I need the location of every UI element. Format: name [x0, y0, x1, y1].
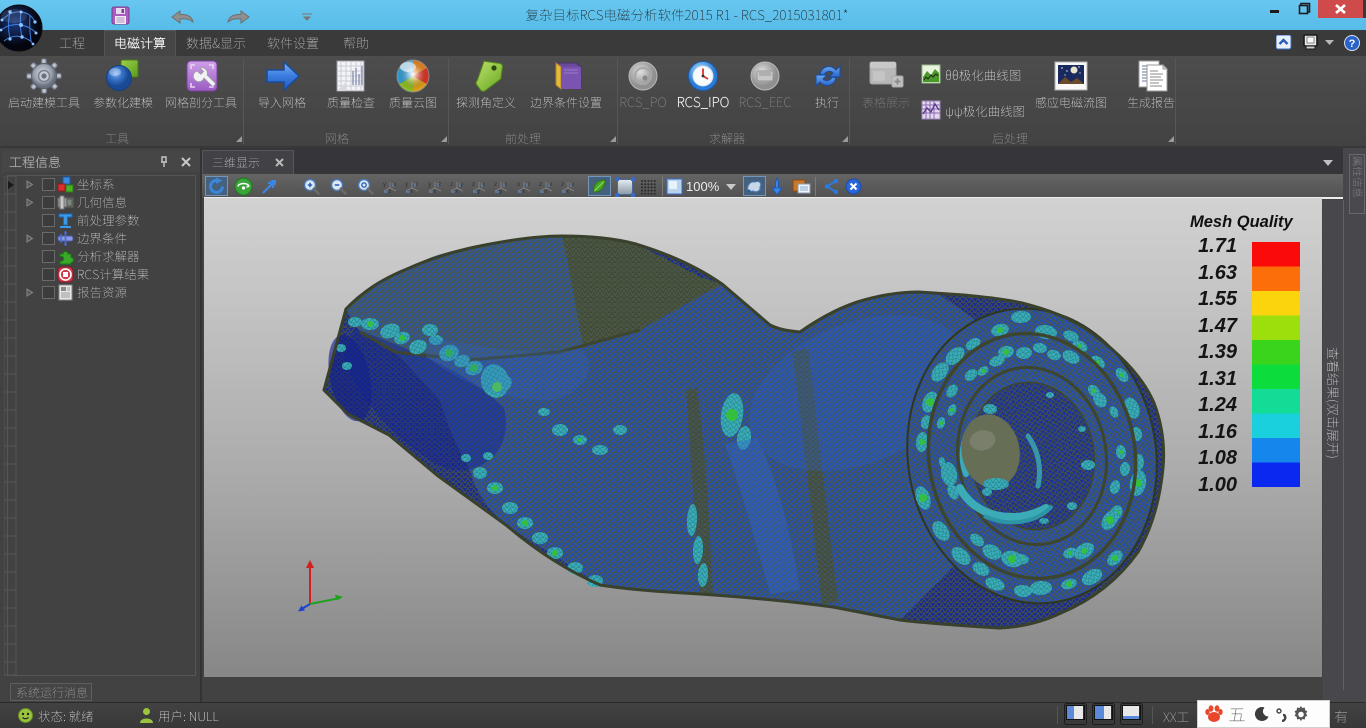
svg-text:y: y	[428, 181, 432, 188]
svg-text:z: z	[494, 181, 497, 188]
svg-text:y: y	[460, 181, 464, 188]
svg-text:z: z	[539, 181, 542, 188]
svg-text:y: y	[405, 181, 409, 188]
svg-text:x: x	[393, 181, 397, 188]
svg-text:v: v	[517, 181, 521, 188]
svg-text:x: x	[482, 181, 486, 188]
svg-text:z: z	[450, 181, 453, 188]
svg-text:?: ?	[1349, 38, 1356, 50]
svg-text:z: z	[472, 181, 475, 188]
svg-text:x: x	[504, 181, 508, 188]
svg-text:z: z	[388, 188, 391, 194]
svg-text:y: y	[383, 181, 387, 188]
svg-text:z: z	[561, 181, 564, 188]
